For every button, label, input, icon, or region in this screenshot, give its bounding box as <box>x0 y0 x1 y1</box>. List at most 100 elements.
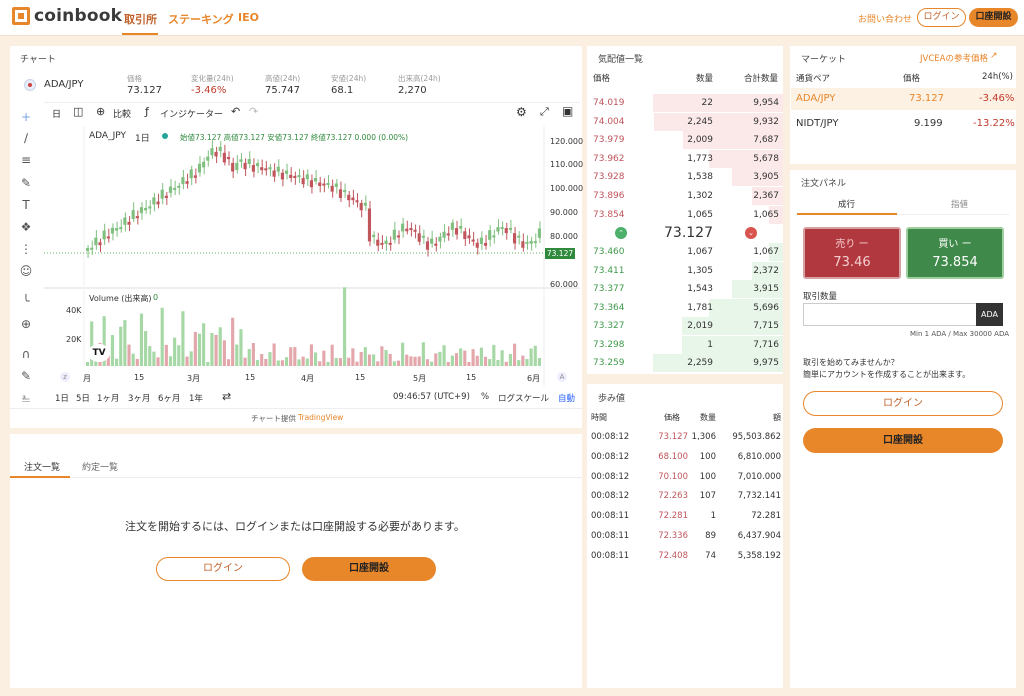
candle-body <box>119 227 123 230</box>
log-scale-toggle[interactable]: ログスケール <box>498 392 549 404</box>
bid-row[interactable]: 73.298 1 7,716 <box>587 335 783 354</box>
compare-plus-icon[interactable]: ⊕ <box>96 105 105 118</box>
bid-row[interactable]: 73.259 2,259 9,975 <box>587 354 783 372</box>
range-6m[interactable]: 6ヶ月 <box>158 392 180 404</box>
parallel-lines-icon[interactable]: ≡ <box>19 153 33 167</box>
sell-button[interactable]: 売り ー 73.46 <box>803 227 901 279</box>
pattern-icon[interactable]: ❖ <box>19 220 33 234</box>
volume-bar <box>446 361 450 366</box>
redo-icon[interactable]: ↷ <box>249 105 258 118</box>
crosshair-icon[interactable]: + <box>19 110 33 124</box>
orders-open-account-button[interactable]: 口座開設 <box>302 557 436 581</box>
zoom-in-icon[interactable]: ⊕ <box>19 317 33 331</box>
ask-row[interactable]: 73.928 1,538 3,905 <box>587 168 783 187</box>
stat-value-low: 68.1 <box>331 85 354 96</box>
market-pair: NIDT/JPY <box>796 118 839 129</box>
header-login-button[interactable]: ログイン <box>917 8 966 27</box>
candle-body <box>529 240 533 244</box>
indicator-icon[interactable]: ƒ <box>145 105 149 118</box>
text-tool-icon[interactable]: T <box>19 198 33 212</box>
ask-row[interactable]: 73.979 2,009 7,687 <box>587 131 783 150</box>
ask-row[interactable]: 73.896 1,302 2,367 <box>587 187 783 205</box>
volume-bar <box>388 353 392 366</box>
nav-exchange[interactable]: 取引所 <box>124 11 157 27</box>
zoom-axis-icon[interactable]: z <box>60 372 70 382</box>
range-3m[interactable]: 3ヶ月 <box>128 392 150 404</box>
candle-body <box>289 174 293 179</box>
interval-button[interactable]: 日 <box>52 107 61 120</box>
range-1m[interactable]: 1ヶ月 <box>97 392 119 404</box>
lock-drawing-icon[interactable]: ✎ <box>19 369 33 383</box>
indicators-button[interactable]: インジケーター <box>160 107 223 120</box>
range-1d[interactable]: 1日 <box>55 392 69 404</box>
pair-name[interactable]: ADA/JPY <box>44 79 83 90</box>
candle-body <box>417 233 421 242</box>
clock-display[interactable]: 09:46:57 (UTC+9) <box>393 392 470 402</box>
price-chart[interactable] <box>44 126 580 386</box>
qty-input[interactable] <box>803 303 976 326</box>
orders-login-button[interactable]: ログイン <box>156 557 290 581</box>
lock-icon[interactable]: ⎁ <box>19 391 33 405</box>
settings-gear-icon[interactable]: ⚙ <box>516 105 527 119</box>
contact-link[interactable]: お問い合わせ <box>858 12 912 25</box>
trend-line-icon[interactable]: ∕ <box>19 131 33 145</box>
volume-bar <box>314 352 318 366</box>
bid-row[interactable]: 73.460 1,067 1,067 <box>587 243 783 261</box>
panel-login-button[interactable]: ログイン <box>803 391 1003 416</box>
nav-staking[interactable]: ステーキング <box>168 11 234 27</box>
compare-button[interactable]: 比較 <box>113 107 131 120</box>
tradingview-link[interactable]: TradingView <box>298 413 343 422</box>
camera-icon[interactable]: ▣ <box>562 104 573 118</box>
bid-row[interactable]: 73.327 2,019 7,715 <box>587 317 783 335</box>
fib-tool-icon[interactable]: ⋮ <box>19 242 33 256</box>
undo-icon[interactable]: ↶ <box>231 105 240 118</box>
market-row-nidt[interactable]: NIDT/JPY 9.199 -13.22% <box>791 113 1016 135</box>
magnet-icon[interactable]: ∩ <box>19 347 33 361</box>
candle-body <box>314 178 318 182</box>
tab-orders[interactable]: 注文一覧 <box>24 460 60 473</box>
candle-type-icon[interactable]: ◫ <box>73 105 83 118</box>
auto-axis-icon[interactable]: A <box>557 372 567 382</box>
volume-bar <box>318 361 322 366</box>
coinbook-logo[interactable]: coinbook <box>12 6 122 26</box>
bid-row[interactable]: 73.411 1,305 2,372 <box>587 261 783 280</box>
bid-row[interactable]: 73.364 1,781 5,696 <box>587 298 783 317</box>
ask-row[interactable]: 74.004 2,245 9,932 <box>587 112 783 131</box>
candle-body <box>239 159 243 162</box>
fullscreen-icon[interactable]: ⤢ <box>540 105 549 119</box>
market-header-change: 24h(%) <box>982 72 1013 82</box>
range-1y[interactable]: 1年 <box>189 392 203 404</box>
volume-bar <box>459 348 463 366</box>
market-header-pair: 通貨ペア <box>796 74 831 84</box>
price-tick: 110.000 <box>550 160 584 169</box>
ask-row[interactable]: 73.854 1,065 1,065 <box>587 205 783 224</box>
ask-row[interactable]: 73.962 1,773 5,678 <box>587 149 783 168</box>
tab-market-order[interactable]: 成行 <box>838 198 855 210</box>
orders-tab-divider <box>70 477 582 478</box>
nav-ieo[interactable]: IEO <box>238 11 259 24</box>
panel-open-account-button[interactable]: 口座開設 <box>803 428 1003 453</box>
volume-bar <box>454 353 459 366</box>
market-row-ada[interactable]: ADA/JPY 73.127 -3.46% <box>791 88 1016 110</box>
ob-total: 1,065 <box>753 209 779 220</box>
header-open-account-button[interactable]: 口座開設 <box>969 8 1018 27</box>
tab-executions[interactable]: 約定一覧 <box>82 460 118 473</box>
ruler-icon[interactable]: ╰ <box>19 294 33 308</box>
tab-limit-order[interactable]: 指値 <box>951 198 968 210</box>
volume-bar <box>367 354 372 366</box>
bid-row[interactable]: 73.377 1,543 3,915 <box>587 280 783 298</box>
jvcea-ref-link[interactable]: JVCEAの参考価格 <box>920 52 988 64</box>
auto-scale-toggle[interactable]: 自動 <box>558 392 575 404</box>
emoji-icon[interactable]: ☺ <box>19 264 33 278</box>
tradingview-logo-icon[interactable]: TV <box>88 344 110 362</box>
ask-row[interactable]: 74.019 22 9,954 <box>587 94 783 112</box>
percent-toggle[interactable]: % <box>481 392 489 402</box>
brush-icon[interactable]: ✎ <box>19 176 33 190</box>
sell-label: 売り ー <box>835 239 869 250</box>
buy-button[interactable]: 買い ー 73.854 <box>906 227 1004 279</box>
volume-bar <box>425 359 430 366</box>
range-5d[interactable]: 5日 <box>76 392 90 404</box>
external-link-icon[interactable]: ↗ <box>990 51 998 61</box>
date-range-icon[interactable]: ⇄ <box>222 390 231 403</box>
volume-bar <box>463 350 467 366</box>
